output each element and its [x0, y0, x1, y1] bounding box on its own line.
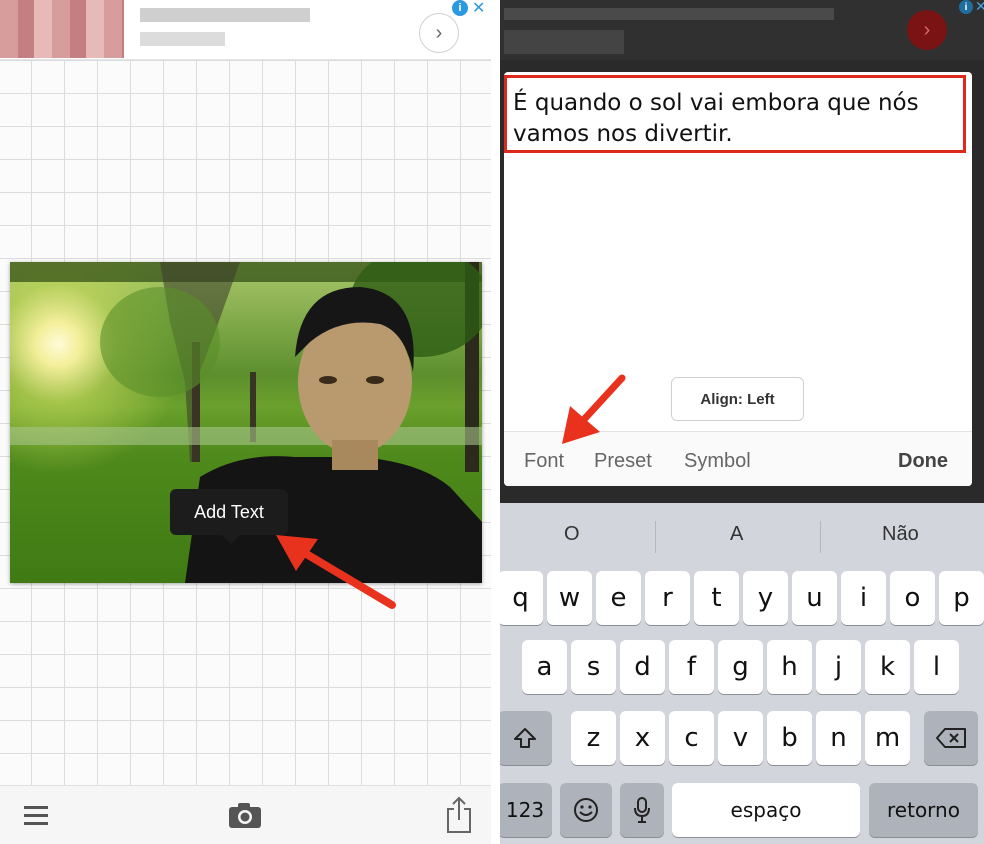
suggestion-separator: [820, 521, 821, 553]
ad-close-icon[interactable]: ✕: [472, 0, 485, 18]
ad-chevron-right-icon: ›: [907, 10, 947, 50]
key-m[interactable]: m: [865, 711, 910, 765]
shift-key[interactable]: [500, 711, 552, 765]
key-h[interactable]: h: [767, 640, 812, 694]
key-c[interactable]: c: [669, 711, 714, 765]
text-input-area[interactable]: É quando o sol vai embora que nós vamos …: [504, 75, 966, 153]
key-j[interactable]: j: [816, 640, 861, 694]
key-y[interactable]: y: [743, 571, 788, 625]
key-n[interactable]: n: [816, 711, 861, 765]
space-key[interactable]: espaço: [672, 783, 860, 837]
key-z[interactable]: z: [571, 711, 616, 765]
suggestion-item[interactable]: O: [564, 523, 580, 546]
key-q[interactable]: q: [500, 571, 543, 625]
ad-banner-dimmed: › i ✕: [500, 0, 984, 60]
align-button[interactable]: Align: Left: [671, 377, 804, 421]
key-r[interactable]: r: [645, 571, 690, 625]
microphone-icon: [634, 797, 650, 823]
tab-symbol[interactable]: Symbol: [684, 450, 751, 473]
key-a[interactable]: a: [522, 640, 567, 694]
emoji-key[interactable]: [560, 783, 612, 837]
return-key[interactable]: retorno: [869, 783, 978, 837]
ad-text-blurred: [504, 8, 834, 20]
key-t[interactable]: t: [694, 571, 739, 625]
ad-close-icon: ✕: [975, 0, 984, 14]
ad-thumbnail: [0, 0, 124, 58]
key-d[interactable]: d: [620, 640, 665, 694]
bottom-toolbar: [0, 785, 491, 844]
ios-keyboard: O A Não q w e r t y u i o p a s d f g h …: [500, 503, 984, 844]
key-o[interactable]: o: [890, 571, 935, 625]
ad-info-icon: i: [959, 0, 973, 14]
backspace-key[interactable]: [924, 711, 978, 765]
ad-info-icon[interactable]: i: [452, 0, 468, 16]
key-u[interactable]: u: [792, 571, 837, 625]
share-icon[interactable]: [445, 796, 473, 834]
tab-font[interactable]: Font: [524, 450, 564, 473]
dictation-key[interactable]: [620, 783, 664, 837]
suggestion-item[interactable]: A: [730, 523, 743, 546]
left-screen: › i ✕ Add Text: [0, 0, 491, 844]
backspace-icon: [936, 728, 966, 748]
key-i[interactable]: i: [841, 571, 886, 625]
done-button[interactable]: Done: [898, 450, 948, 473]
suggestion-item[interactable]: Não: [882, 523, 919, 546]
key-b[interactable]: b: [767, 711, 812, 765]
annotation-arrow-right: [562, 374, 626, 444]
key-s[interactable]: s: [571, 640, 616, 694]
key-k[interactable]: k: [865, 640, 910, 694]
key-l[interactable]: l: [914, 640, 959, 694]
suggestion-separator: [655, 521, 656, 553]
ad-text-blurred: [504, 30, 624, 54]
key-w[interactable]: w: [547, 571, 592, 625]
ad-chevron-right-icon[interactable]: ›: [419, 13, 459, 53]
hamburger-menu-icon[interactable]: [24, 806, 48, 826]
annotation-arrow-left: [276, 535, 396, 609]
key-v[interactable]: v: [718, 711, 763, 765]
tab-preset[interactable]: Preset: [594, 450, 652, 473]
ad-text-blurred: [140, 8, 310, 22]
shift-arrow-icon: [514, 728, 536, 748]
key-f[interactable]: f: [669, 640, 714, 694]
key-p[interactable]: p: [939, 571, 984, 625]
key-e[interactable]: e: [596, 571, 641, 625]
camera-icon[interactable]: [228, 801, 262, 829]
emoji-icon: [574, 798, 598, 822]
numbers-key[interactable]: 123: [500, 783, 552, 837]
ad-text-blurred: [140, 32, 225, 46]
suggestion-bar: O A Não: [500, 503, 984, 561]
key-g[interactable]: g: [718, 640, 763, 694]
ad-banner[interactable]: › i ✕: [0, 0, 491, 60]
key-x[interactable]: x: [620, 711, 665, 765]
panel-divider: [491, 0, 500, 844]
